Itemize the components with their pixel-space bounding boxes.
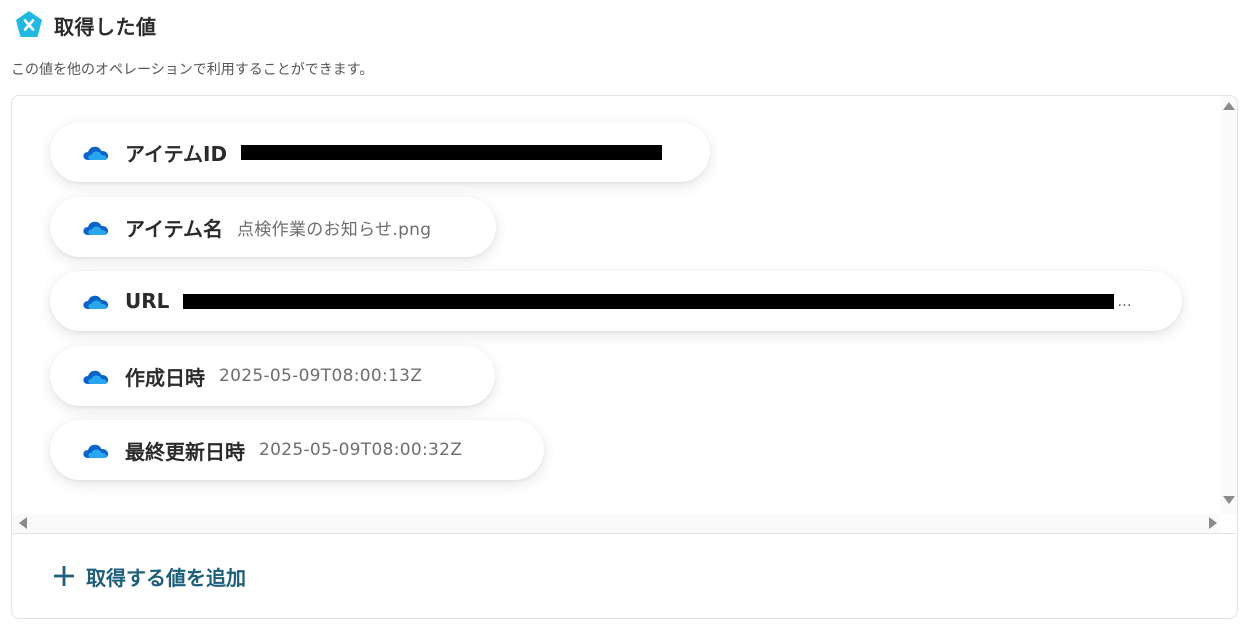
values-panel: アイテムID アイテム名 点検作業のお知らせ.png URL ... 作成日時 … xyxy=(11,95,1238,619)
value-chip-updated-at[interactable]: 最終更新日時 2025-05-09T08:00:32Z xyxy=(50,420,544,480)
horizontal-scrollbar[interactable] xyxy=(12,514,1220,532)
redacted-value xyxy=(183,293,1115,309)
value-label: URL xyxy=(125,289,170,313)
section-title: 取得した値 xyxy=(54,14,157,39)
section-header: 取得した値 xyxy=(14,8,157,42)
plus-icon xyxy=(54,566,74,586)
value-label: アイテム名 xyxy=(125,216,223,241)
add-value-button[interactable]: 取得する値を追加 xyxy=(54,561,246,591)
values-scroll-area[interactable]: アイテムID アイテム名 点検作業のお知らせ.png URL ... 作成日時 … xyxy=(12,96,1220,514)
value-text: 2025-05-09T08:00:32Z xyxy=(259,440,463,460)
value-chip-item-id[interactable]: アイテムID xyxy=(50,122,710,182)
onedrive-cloud-icon xyxy=(83,444,109,458)
truncation-ellipsis: ... xyxy=(1117,292,1132,310)
redacted-value xyxy=(241,144,663,160)
scroll-right-arrow-icon[interactable] xyxy=(1209,517,1217,529)
value-label: 作成日時 xyxy=(125,365,205,390)
section-description: この値を他のオペレーションで利用することができます。 xyxy=(11,62,374,78)
onedrive-cloud-icon xyxy=(83,146,109,160)
value-chip-item-name[interactable]: アイテム名 点検作業のお知らせ.png xyxy=(50,197,496,257)
value-text: 2025-05-09T08:00:13Z xyxy=(219,366,423,386)
value-label: 最終更新日時 xyxy=(125,439,245,464)
value-text: 点検作業のお知らせ.png xyxy=(237,219,432,240)
onedrive-cloud-icon xyxy=(83,370,109,384)
add-value-label: 取得する値を追加 xyxy=(86,565,246,590)
value-label: アイテムID xyxy=(125,141,228,166)
value-chip-url[interactable]: URL ... xyxy=(50,271,1182,331)
yoom-x-icon xyxy=(16,11,42,37)
vertical-scrollbar[interactable] xyxy=(1220,96,1237,514)
scroll-up-arrow-icon[interactable] xyxy=(1223,102,1235,110)
onedrive-cloud-icon xyxy=(83,295,109,309)
scroll-left-arrow-icon[interactable] xyxy=(19,517,27,529)
panel-divider xyxy=(12,533,1237,534)
onedrive-cloud-icon xyxy=(83,221,109,235)
value-chip-created-at[interactable]: 作成日時 2025-05-09T08:00:13Z xyxy=(50,346,495,406)
scroll-down-arrow-icon[interactable] xyxy=(1223,496,1235,504)
